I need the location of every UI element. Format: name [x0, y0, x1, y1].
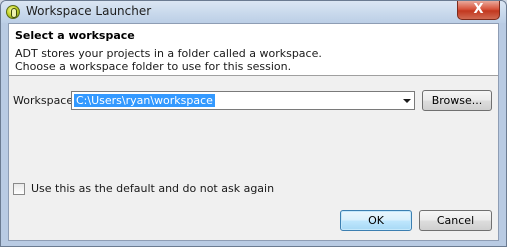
dialog-body: Select a workspace ADT stores your proje…	[8, 23, 499, 241]
dialog-heading: Select a workspace	[15, 29, 135, 42]
dialog-description: ADT stores your projects in a folder cal…	[15, 47, 322, 73]
dialog-header: Select a workspace ADT stores your proje…	[9, 24, 498, 76]
workspace-launcher-window: Workspace Launcher X Select a workspace …	[0, 0, 507, 247]
window-title: Workspace Launcher	[26, 4, 152, 18]
default-checkbox[interactable]	[13, 183, 25, 195]
default-checkbox-label[interactable]: Use this as the default and do not ask a…	[31, 182, 274, 195]
close-button[interactable]: X	[457, 1, 500, 20]
browse-button[interactable]: Browse...	[422, 90, 492, 111]
title-bar[interactable]: Workspace Launcher X	[1, 1, 506, 23]
chevron-down-icon[interactable]	[403, 99, 411, 103]
workspace-label: Workspace:	[13, 94, 77, 107]
close-icon: X	[473, 2, 484, 17]
workspace-combo[interactable]: C:\Users\ryan\workspace	[71, 91, 415, 110]
cancel-button[interactable]: Cancel	[419, 210, 492, 231]
adt-launcher-icon	[6, 5, 20, 19]
description-line-2: Choose a workspace folder to use for thi…	[15, 60, 292, 73]
description-line-1: ADT stores your projects in a folder cal…	[15, 47, 322, 60]
workspace-path-value[interactable]: C:\Users\ryan\workspace	[74, 94, 215, 107]
ok-button[interactable]: OK	[340, 210, 412, 231]
window-frame-bottom	[1, 241, 506, 246]
